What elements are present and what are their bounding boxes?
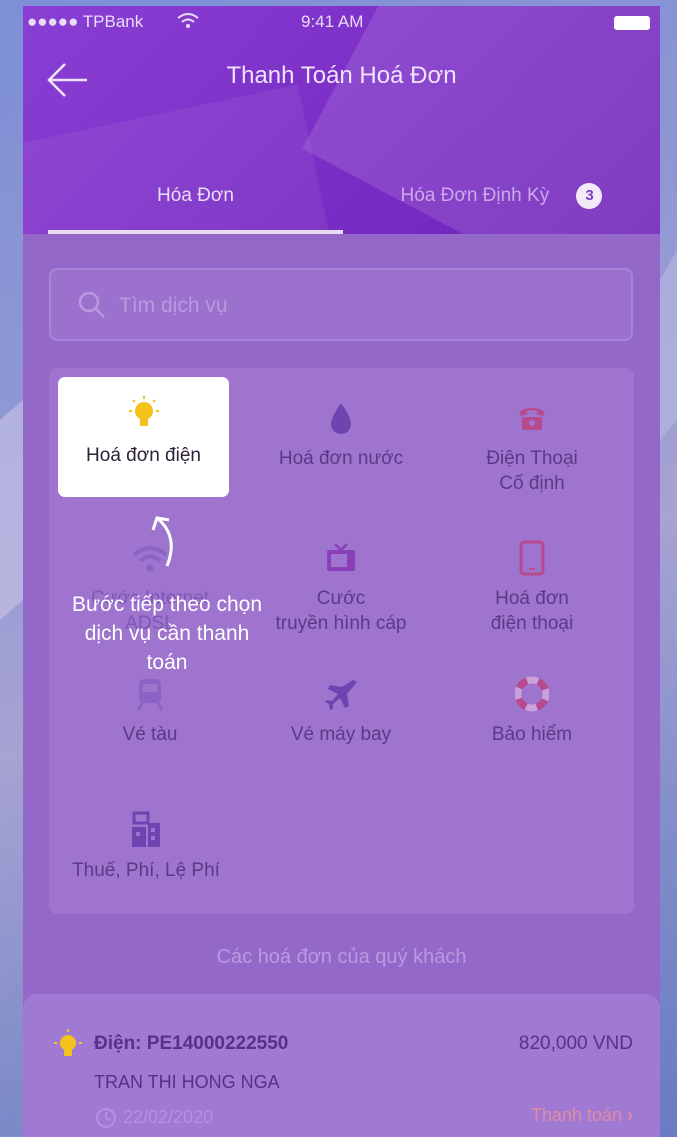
carrier-label: ●●●●● TPBank xyxy=(27,12,144,31)
service-label: Bảo hiểm xyxy=(491,724,573,745)
telephone-icon xyxy=(519,408,545,430)
lightbulb-icon xyxy=(54,1029,82,1056)
page-title: Thanh Toán Hoá Đơn xyxy=(226,62,457,89)
service-label: Điện Thoại Cố định xyxy=(486,448,578,494)
wifi-signal-icon xyxy=(177,12,199,35)
battery-icon xyxy=(614,16,650,30)
status-time: 9:41 AM xyxy=(301,12,364,31)
service-cable-tv[interactable]: Cước truyền hình cáp xyxy=(246,538,436,636)
tab-bar: Hóa Đơn Hóa Đơn Định Kỳ 3 xyxy=(23,171,660,234)
search-icon xyxy=(78,291,105,318)
water-drop-icon xyxy=(331,403,351,434)
lifebuoy-icon xyxy=(515,676,549,712)
count-badge: 3 xyxy=(576,182,603,209)
service-mobile[interactable]: Hoá đơn điện thoại xyxy=(437,538,627,636)
service-label: Thuế, Phí, Lệ Phí xyxy=(72,860,220,881)
coach-mark-text: Bước tiếp theo chọn dịch vụ cần thanh to… xyxy=(71,593,263,674)
service-label: Vé tàu xyxy=(122,724,178,745)
clock-icon xyxy=(96,1108,116,1128)
pay-button[interactable]: Thanh toán › xyxy=(531,1105,633,1126)
service-label: Hoá đơn điện thoại xyxy=(490,588,574,634)
service-label: Cước truyền hình cáp xyxy=(275,588,407,634)
search-box[interactable] xyxy=(49,268,633,341)
header: ●●●●● TPBank 9:41 AM Thanh Toán Hoá Đơn … xyxy=(23,6,660,234)
bill-amount: 820,000 VND xyxy=(518,1033,633,1054)
service-water[interactable]: Hoá đơn nước xyxy=(246,398,436,471)
tv-icon xyxy=(327,543,355,571)
tab-recurring-label: Hóa Đơn Định Kỳ xyxy=(400,185,550,206)
service-label: Vé máy bay xyxy=(290,724,392,745)
service-flight[interactable]: Vé máy bay xyxy=(246,674,436,747)
service-electricity[interactable]: Hoá đơn điện xyxy=(58,377,229,497)
bills-section-title: Các hoá đơn của quý khách xyxy=(216,946,467,968)
lightbulb-icon xyxy=(128,396,159,426)
tab-recurring-invoices[interactable]: Hóa Đơn Định Kỳ 3 xyxy=(343,171,660,234)
service-insurance[interactable]: Bảo hiểm xyxy=(437,674,627,747)
bill-title: Điện: PE14000222550 xyxy=(94,1033,289,1054)
tab-invoices[interactable]: Hóa Đơn xyxy=(48,171,343,234)
service-tax[interactable]: Thuế, Phí, Lệ Phí xyxy=(51,810,241,883)
phone-screen: ●●●●● TPBank 9:41 AM Thanh Toán Hoá Đơn … xyxy=(23,6,660,1137)
status-bar: ●●●●● TPBank 9:41 AM xyxy=(23,6,660,40)
service-label: Hoá đơn điện xyxy=(86,445,201,466)
bill-customer-name: TRAN THI HONG NGA xyxy=(94,1072,280,1092)
train-icon xyxy=(136,679,164,711)
tab-invoices-label: Hóa Đơn xyxy=(157,185,234,206)
service-landline[interactable]: Điện Thoại Cố định xyxy=(437,398,627,496)
search-input[interactable] xyxy=(117,288,601,324)
service-label: Hoá đơn nước xyxy=(278,448,404,469)
pay-label: Thanh toán xyxy=(530,1105,622,1125)
mobile-phone-icon xyxy=(519,540,545,576)
service-train[interactable]: Vé tàu xyxy=(55,674,245,747)
building-icon xyxy=(132,811,160,847)
airplane-icon xyxy=(325,680,357,710)
bill-date: 22/02/2020 xyxy=(123,1107,214,1127)
chevron-right-icon: › xyxy=(627,1105,633,1125)
curved-arrow-icon xyxy=(151,516,173,567)
